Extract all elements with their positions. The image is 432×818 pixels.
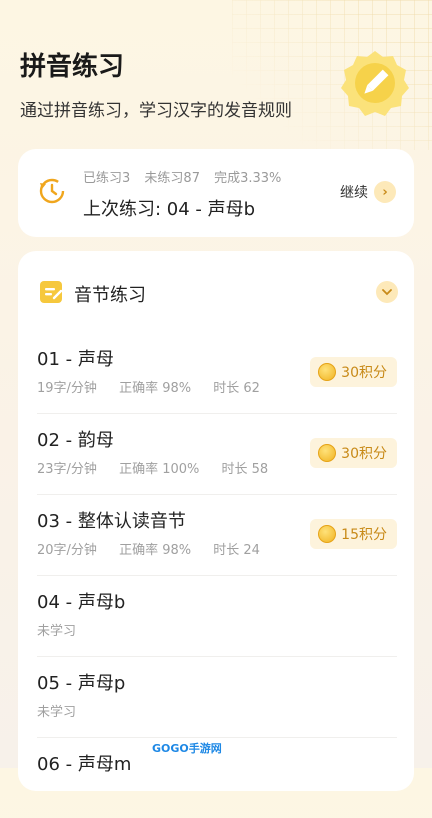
lesson-accuracy: 正确率 100%: [119, 462, 200, 477]
history-icon: [39, 178, 65, 204]
chevron-right-icon: ›: [374, 181, 396, 203]
lesson-status: 未学习: [37, 705, 77, 720]
lesson-title: 02 - 韵母: [37, 430, 114, 451]
lesson-speed: 20字/分钟: [37, 543, 97, 558]
lesson-duration: 时长 58: [221, 462, 269, 477]
lesson-stats: 23字/分钟 正确率 100% 时长 58: [37, 458, 286, 477]
pencil-badge-icon: [341, 51, 409, 116]
section-title: 音节练习: [74, 285, 146, 306]
points-badge: 30积分: [310, 438, 397, 468]
points-value: 30积分: [341, 365, 387, 381]
points-badge: 30积分: [310, 357, 397, 387]
lesson-duration: 时长 62: [213, 381, 260, 396]
coin-icon: [318, 525, 337, 543]
lesson-row-02[interactable]: 02 - 韵母 23字/分钟 正确率 100% 时长 58 30积分: [37, 414, 397, 495]
points-value: 30积分: [341, 446, 387, 462]
collapse-toggle[interactable]: [376, 281, 398, 303]
lesson-duration: 时长 24: [213, 543, 260, 558]
lesson-speed: 23字/分钟: [37, 462, 97, 477]
continue-card[interactable]: 已练习3 未练习87 完成3.33% 上次练习: 04 - 声母b 继续 ›: [18, 149, 414, 237]
notepad-icon: [40, 281, 63, 303]
continue-label: 继续: [340, 185, 368, 201]
continue-button[interactable]: 继续 ›: [340, 181, 396, 203]
lesson-accuracy: 正确率 98%: [119, 381, 192, 396]
lesson-title: 04 - 声母b: [37, 592, 126, 613]
points-value: 15积分: [341, 527, 387, 543]
watermark-logo: GOGO手游网: [148, 738, 226, 758]
lesson-row-05[interactable]: 05 - 声母p 未学习: [37, 657, 397, 738]
lesson-row-01[interactable]: 01 - 声母 19字/分钟 正确率 98% 时长 62 30积分: [37, 333, 397, 414]
lesson-title: 05 - 声母p: [37, 673, 126, 694]
points-badge: 15积分: [310, 519, 397, 549]
unpracticed-count: 未练习87: [144, 171, 200, 186]
coin-icon: [318, 444, 337, 462]
lesson-accuracy: 正确率 98%: [119, 543, 192, 558]
progress-stats: 已练习3 未练习87 完成3.33%: [83, 167, 291, 186]
page-subtitle: 通过拼音练习，学习汉字的发音规则: [20, 101, 292, 121]
lesson-row-04[interactable]: 04 - 声母b 未学习: [37, 576, 397, 657]
syllable-practice-card: 音节练习 01 - 声母 19字/分钟 正确率 98% 时长 62 30积分 0…: [18, 251, 414, 791]
lesson-row-03[interactable]: 03 - 整体认读音节 20字/分钟 正确率 98% 时长 24 15积分: [37, 495, 397, 576]
coin-icon: [318, 363, 337, 381]
lesson-title: 01 - 声母: [37, 349, 114, 370]
completion-percent: 完成3.33%: [214, 171, 282, 186]
lesson-stats: 20字/分钟 正确率 98% 时长 24: [37, 539, 278, 558]
lesson-status: 未学习: [37, 624, 77, 639]
lesson-speed: 19字/分钟: [37, 381, 97, 396]
chevron-down-icon: [382, 289, 392, 296]
lesson-title: 06 - 声母m: [37, 754, 132, 775]
lesson-title: 03 - 整体认读音节: [37, 511, 186, 532]
page-title: 拼音练习: [20, 52, 125, 82]
lesson-stats: 19字/分钟 正确率 98% 时长 62: [37, 377, 278, 396]
practiced-count: 已练习3: [83, 171, 131, 186]
last-practice: 上次练习: 04 - 声母b: [83, 199, 256, 220]
